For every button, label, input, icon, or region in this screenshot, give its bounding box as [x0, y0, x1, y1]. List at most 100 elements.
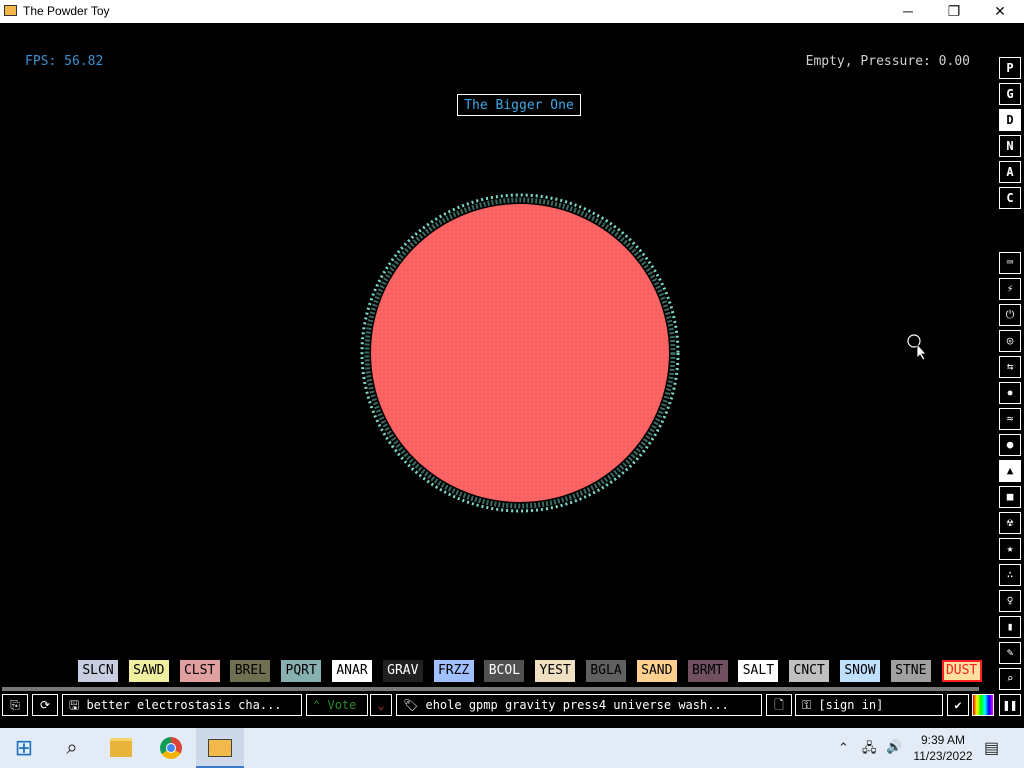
close-button[interactable]: ✕: [977, 0, 1023, 23]
element-pqrt[interactable]: PQRT: [281, 660, 322, 682]
search-icon: ⌕: [1006, 672, 1014, 685]
search-icon: ⌕: [66, 737, 78, 759]
start-button[interactable]: ⊞: [0, 728, 48, 768]
sensor-icon: ◎: [1006, 334, 1014, 347]
new-simulation-button[interactable]: 🗋: [766, 694, 792, 716]
reload-icon: ⟳: [39, 698, 51, 712]
open-save-button[interactable]: ⎘: [2, 694, 28, 716]
category-plug-icon[interactable]: ⚡: [999, 278, 1021, 300]
element-bcol[interactable]: BCOL: [484, 660, 525, 682]
element-clst[interactable]: CLST: [179, 660, 220, 682]
tag-icon: 🏷: [403, 698, 426, 712]
tags-button[interactable]: 🏷 ehole gpmp gravity press4 universe was…: [396, 694, 762, 716]
category-sensor-icon[interactable]: ◎: [999, 330, 1021, 352]
render-options-button[interactable]: [972, 694, 994, 716]
category-keyboard-icon[interactable]: ⌨: [999, 252, 1021, 274]
life-icon: ∴: [1006, 568, 1014, 581]
category-force-icon[interactable]: ⇆: [999, 356, 1021, 378]
element-sawd[interactable]: SAWD: [128, 660, 169, 682]
new-icon: 🗋: [774, 698, 784, 712]
element-bgla[interactable]: BGLA: [586, 660, 626, 682]
category-tools-icon[interactable]: ♀: [999, 590, 1021, 612]
reload-button[interactable]: ⟳: [32, 694, 58, 716]
category-special-icon[interactable]: ★: [999, 538, 1021, 560]
key-icon: ⚿: [802, 698, 819, 712]
search-button[interactable]: ⌕: [48, 728, 96, 768]
pause-icon: ❚❚: [1002, 698, 1018, 712]
particle-ball: [360, 193, 680, 513]
show-hidden-icons-button[interactable]: ⌃: [838, 740, 849, 756]
power-icon: ⏻: [1005, 308, 1015, 321]
notifications-button[interactable]: ▤: [984, 738, 999, 758]
element-anar[interactable]: ANAR: [332, 660, 372, 682]
radioactive-icon: ☢: [1006, 516, 1014, 529]
category-favorites-icon[interactable]: ▮: [999, 616, 1021, 638]
category-powder-icon[interactable]: ▲: [999, 460, 1021, 482]
element-stne[interactable]: STNE: [890, 660, 931, 682]
category-radioactive-icon[interactable]: ☢: [999, 512, 1021, 534]
menu-button-d[interactable]: D: [999, 109, 1021, 131]
category-liquid-icon[interactable]: ●: [999, 434, 1021, 456]
element-snow[interactable]: SNOW: [840, 660, 880, 682]
force-icon: ⇆: [1006, 360, 1014, 373]
liquid-icon: ●: [1006, 438, 1014, 451]
clock[interactable]: 9:39 AM 11/23/2022: [908, 732, 978, 764]
element-brel[interactable]: BREL: [230, 660, 271, 682]
save-name[interactable]: The Bigger One: [457, 94, 581, 116]
vote-up-button[interactable]: ⌃ Vote: [306, 694, 368, 716]
upvote-icon: ⌃: [313, 698, 321, 712]
element-salt[interactable]: SALT: [738, 660, 779, 682]
category-search-icon[interactable]: ⌕: [999, 668, 1021, 690]
element-slcn[interactable]: SLCN: [78, 660, 118, 682]
clock-date: 11/23/2022: [913, 749, 973, 763]
settings-button[interactable]: ✔: [947, 694, 969, 716]
downvote-icon: ⌄: [377, 698, 385, 712]
element-dust[interactable]: DUST: [941, 660, 982, 682]
maximize-button[interactable]: ❐: [931, 0, 977, 23]
network-icon[interactable]: 🖧: [862, 739, 877, 761]
element-frzz[interactable]: FRZZ: [433, 660, 474, 682]
title-bar: The Powder Toy ─ ❐ ✕: [0, 0, 1024, 23]
powder-icon: ▲: [1006, 464, 1014, 477]
category-decoration-icon[interactable]: ✎: [999, 642, 1021, 664]
menu-button-c[interactable]: C: [999, 187, 1021, 209]
element-yest[interactable]: YEST: [535, 660, 576, 682]
vote-down-button[interactable]: ⌄: [370, 694, 392, 716]
pause-button[interactable]: ❚❚: [999, 694, 1021, 716]
volume-icon[interactable]: 🔊: [886, 739, 902, 755]
sign-in-button[interactable]: ⚿ [sign in]: [795, 694, 943, 716]
explosive-icon: ✸: [1006, 386, 1014, 399]
clock-time: 9:39 AM: [920, 733, 966, 747]
category-solid-icon[interactable]: ■: [999, 486, 1021, 508]
powder-toy-icon: [208, 738, 232, 757]
category-explosive-icon[interactable]: ✸: [999, 382, 1021, 404]
file-explorer-button[interactable]: [97, 728, 145, 768]
window-title: The Powder Toy: [23, 4, 110, 18]
simulation-canvas[interactable]: FPS: 56.82 Empty, Pressure: 0.00 The Big…: [0, 23, 1024, 720]
save-title: better electrostasis cha...: [86, 698, 282, 712]
favorites-icon: ▮: [1006, 620, 1014, 633]
element-sand[interactable]: SAND: [636, 660, 677, 682]
gas-icon: ≈: [1006, 412, 1014, 425]
tools-icon: ♀: [1006, 594, 1014, 607]
keyboard-icon: ⌨: [1006, 256, 1014, 269]
element-scrollbar[interactable]: [2, 687, 979, 691]
minimize-button[interactable]: ─: [885, 0, 931, 23]
menu-button-p[interactable]: P: [999, 57, 1021, 79]
app-icon: [4, 5, 17, 16]
category-power-icon[interactable]: ⏻: [999, 304, 1021, 326]
sign-in-label: [sign in]: [818, 698, 884, 712]
save-icon: 🖫: [69, 698, 87, 712]
element-brmt[interactable]: BRMT: [687, 660, 728, 682]
save-title-button[interactable]: 🖫 better electrostasis cha...: [62, 694, 302, 716]
chrome-button[interactable]: [147, 728, 195, 768]
element-grav[interactable]: GRAV: [382, 660, 423, 682]
menu-button-a[interactable]: A: [999, 161, 1021, 183]
chevron-up-icon: ⌃: [838, 740, 849, 755]
category-gas-icon[interactable]: ≈: [999, 408, 1021, 430]
menu-button-n[interactable]: N: [999, 135, 1021, 157]
powder-toy-taskbar-button[interactable]: [196, 728, 244, 768]
menu-button-g[interactable]: G: [999, 83, 1021, 105]
category-life-icon[interactable]: ∴: [999, 564, 1021, 586]
element-cnct[interactable]: CNCT: [789, 660, 830, 682]
